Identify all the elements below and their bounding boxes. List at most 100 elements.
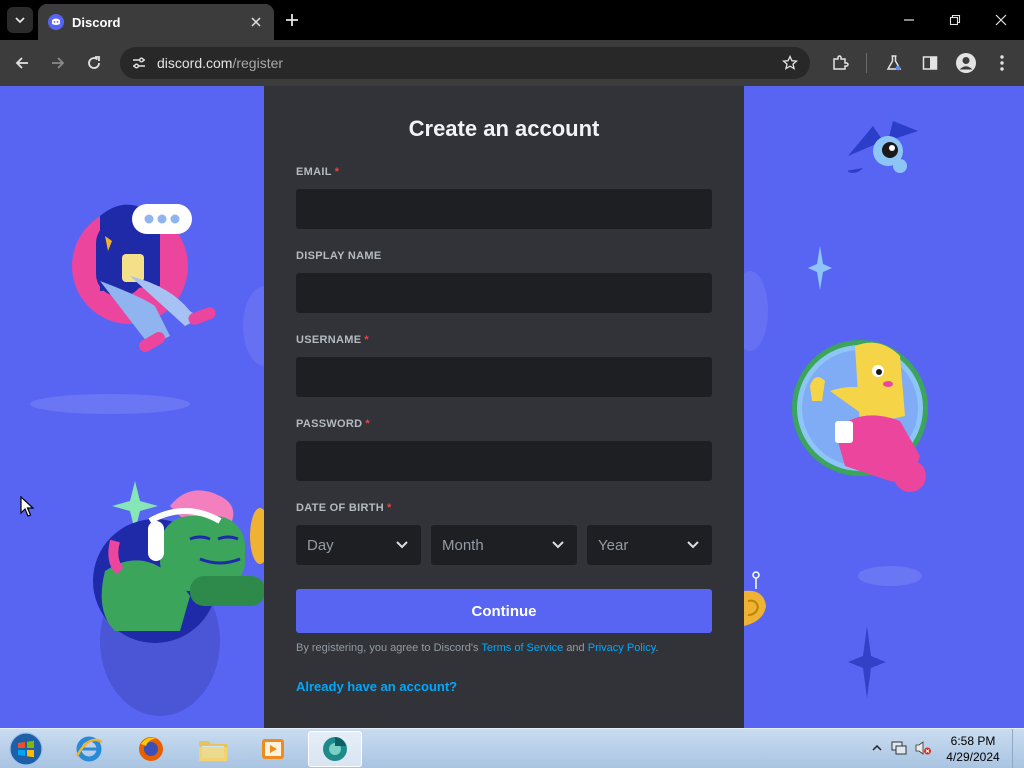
show-hidden-icons-icon[interactable] [868,739,886,757]
taskbar-firefox[interactable] [124,731,178,767]
toolbar-separator [866,53,867,73]
year-select[interactable]: Year [587,525,712,565]
menu-kebab-icon[interactable] [991,52,1013,74]
terms-suffix: . [655,642,659,654]
yellow-creature-illustration [792,340,928,492]
address-bar[interactable]: discord.com/register [120,47,810,79]
password-field[interactable] [296,441,712,481]
restore-button[interactable] [941,8,969,32]
register-page: Create an account EMAIL * DISPLAY NAME US… [0,86,1024,728]
reload-icon [88,56,100,69]
system-clock[interactable]: 6:58 PM 4/29/2024 [938,733,1008,765]
minimize-icon [904,19,914,21]
labs-flask-icon[interactable] [883,52,905,74]
month-select-value: Month [442,536,484,554]
restore-icon [949,14,961,26]
side-panel-icon[interactable] [919,52,941,74]
firefox-icon [139,737,163,761]
username-field[interactable] [296,357,712,397]
sparkle-decoration [808,246,832,290]
close-icon [995,14,1007,26]
chevron-down-icon [551,538,565,552]
snail-illustration [744,571,766,626]
profile-avatar-icon[interactable] [955,52,977,74]
password-label: PASSWORD * [296,418,370,430]
chevron-down-icon [15,17,25,24]
taskbar-media-player[interactable] [246,731,300,767]
network-icon[interactable] [890,739,908,757]
windows-taskbar: 6:58 PM 4/29/2024 [0,728,1024,768]
flying-bat-illustration [848,121,918,173]
url-text: discord.com/register [157,55,780,71]
privacy-policy-link[interactable]: Privacy Policy [588,642,656,654]
email-field[interactable] [296,189,712,229]
start-button[interactable] [6,731,46,767]
show-desktop-button[interactable] [1012,729,1024,768]
chevron-down-icon [395,538,409,552]
new-tab-button[interactable] [282,10,302,30]
terms-prefix: By registering, you agree to Discord's [296,642,479,654]
date-of-birth-label-text: DATE OF BIRTH [296,502,385,514]
taskbar-chrome-active[interactable] [308,731,362,767]
day-select-value: Day [307,536,334,554]
page-title: Create an account [408,116,600,141]
display-name-field[interactable] [296,273,712,313]
discord-favicon-icon [48,14,64,30]
site-info-icon[interactable] [130,54,148,72]
password-label-text: PASSWORD [296,418,363,430]
login-link[interactable]: Already have an account? [296,679,457,694]
continue-button[interactable]: Continue [296,589,712,633]
tab-search-button[interactable] [7,7,33,33]
clock-time: 6:58 PM [950,734,996,748]
chevron-down-icon [686,538,700,552]
day-select[interactable]: Day [296,525,421,565]
close-tab-icon[interactable] [248,14,264,30]
dark-sparkle-decoration [848,626,886,698]
browser-tab[interactable]: Discord [38,4,274,40]
media-player-icon [262,739,284,759]
arrow-right-icon [52,57,65,69]
register-card: Create an account EMAIL * DISPLAY NAME US… [264,86,744,728]
bookmark-star-icon[interactable] [780,53,800,73]
close-window-button[interactable] [987,8,1015,32]
folder-icon [199,741,227,761]
green-creature-illustration [93,481,265,643]
girl-with-phone-illustration [72,204,216,352]
required-asterisk: * [387,502,392,514]
required-asterisk: * [364,334,369,346]
email-label-text: EMAIL [296,166,332,178]
forward-button[interactable] [45,50,71,76]
mouse-cursor-icon [20,496,34,517]
browser-toolbar: discord.com/register [0,40,1024,86]
username-label-text: USERNAME [296,334,362,346]
url-host: discord.com [157,55,233,71]
month-select[interactable]: Month [431,525,577,565]
minimize-button[interactable] [895,8,923,32]
taskbar-internet-explorer[interactable] [62,731,116,767]
windows-start-orb-icon [9,732,43,766]
volume-muted-icon[interactable] [914,739,932,757]
email-label: EMAIL * [296,166,339,178]
clock-date: 4/29/2024 [946,750,1000,764]
url-path: /register [232,55,284,71]
browser-app-icon [323,737,347,761]
terms-and: and [566,642,585,654]
required-asterisk: * [365,418,370,430]
tab-strip: Discord [0,0,1024,40]
tab-title: Discord [72,14,121,30]
terms-notice: By registering, you agree to Discord's T… [296,642,658,654]
internet-explorer-icon [75,736,103,762]
plus-icon [286,14,298,26]
display-name-label-text: DISPLAY NAME [296,250,382,262]
arrow-left-icon [15,57,28,69]
back-button[interactable] [9,50,35,76]
display-name-label: DISPLAY NAME [296,250,382,262]
extensions-puzzle-icon[interactable] [829,52,851,74]
date-of-birth-label: DATE OF BIRTH * [296,502,392,514]
reload-button[interactable] [81,50,107,76]
required-asterisk: * [334,166,340,178]
year-select-value: Year [598,536,629,554]
terms-of-service-link[interactable]: Terms of Service [481,642,563,654]
taskbar-explorer[interactable] [186,731,240,767]
username-label: USERNAME * [296,334,369,346]
